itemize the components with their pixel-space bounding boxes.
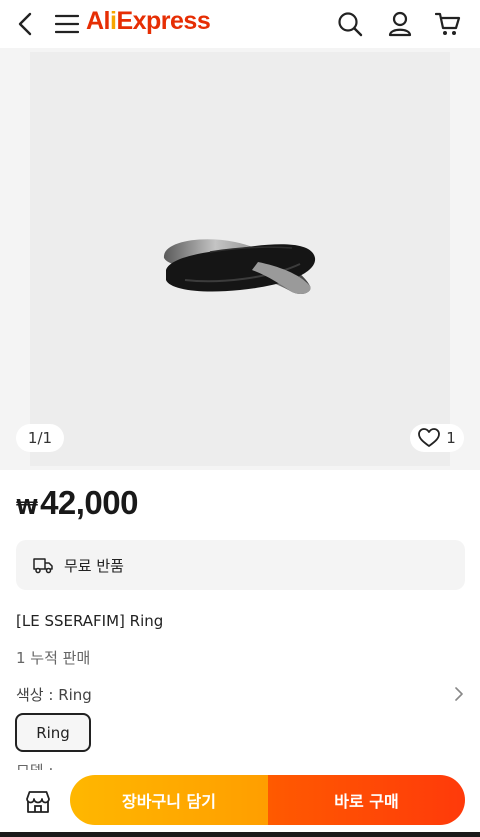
search-icon[interactable] — [336, 0, 364, 48]
add-to-cart-label: 장바구니 담기 — [122, 792, 216, 811]
menu-icon[interactable] — [54, 0, 80, 48]
back-arrow-icon[interactable] — [10, 0, 42, 48]
product-image-gallery[interactable]: 1/1 1 — [0, 48, 480, 470]
buy-now-button[interactable]: 바로 구매 — [268, 775, 465, 825]
store-icon — [26, 791, 50, 813]
system-home-indicator — [0, 832, 480, 837]
image-counter-text: 1/1 — [27, 429, 53, 447]
add-to-cart-button[interactable]: 장바구니 담기 — [70, 775, 268, 825]
account-icon[interactable] — [386, 0, 414, 48]
store-button[interactable] — [22, 788, 54, 816]
logo-text: AliExpress — [86, 7, 211, 35]
logo-accent-letter: i — [110, 7, 117, 35]
wishlist-button[interactable]: 1 — [410, 424, 464, 452]
free-return-banner[interactable]: 무료 반품 — [16, 540, 465, 590]
cart-icon[interactable] — [434, 0, 462, 48]
free-return-text: 무료 반품 — [64, 556, 124, 575]
price-amount: 42,000 — [40, 484, 138, 521]
product-title: [LE SSERAFIM] Ring — [16, 612, 164, 630]
variant-label: 색상 : Ring — [16, 685, 92, 704]
aliexpress-logo[interactable]: AliExpress — [86, 7, 211, 36]
heart-icon — [418, 428, 441, 447]
bottom-action-bar: 장바구니 담기 바로 구매 — [0, 770, 480, 832]
variant-option-label: Ring — [36, 723, 70, 742]
sold-count: 1 누적 판매 — [16, 649, 91, 667]
product-price: ₩ 42,000 — [16, 484, 138, 522]
product-photo[interactable] — [30, 52, 450, 466]
delivery-truck-icon — [33, 558, 53, 574]
top-navigation-bar: AliExpress — [0, 0, 480, 48]
wishlist-count: 1 — [446, 429, 456, 447]
variant-selector[interactable]: 색상 : Ring — [16, 683, 464, 705]
currency-symbol: ₩ — [16, 495, 39, 519]
buy-now-label: 바로 구매 — [334, 792, 399, 811]
ring-image — [163, 239, 316, 295]
variant-option-ring[interactable]: Ring — [15, 713, 91, 752]
chevron-right-icon — [455, 687, 463, 701]
image-counter: 1/1 — [16, 424, 64, 452]
